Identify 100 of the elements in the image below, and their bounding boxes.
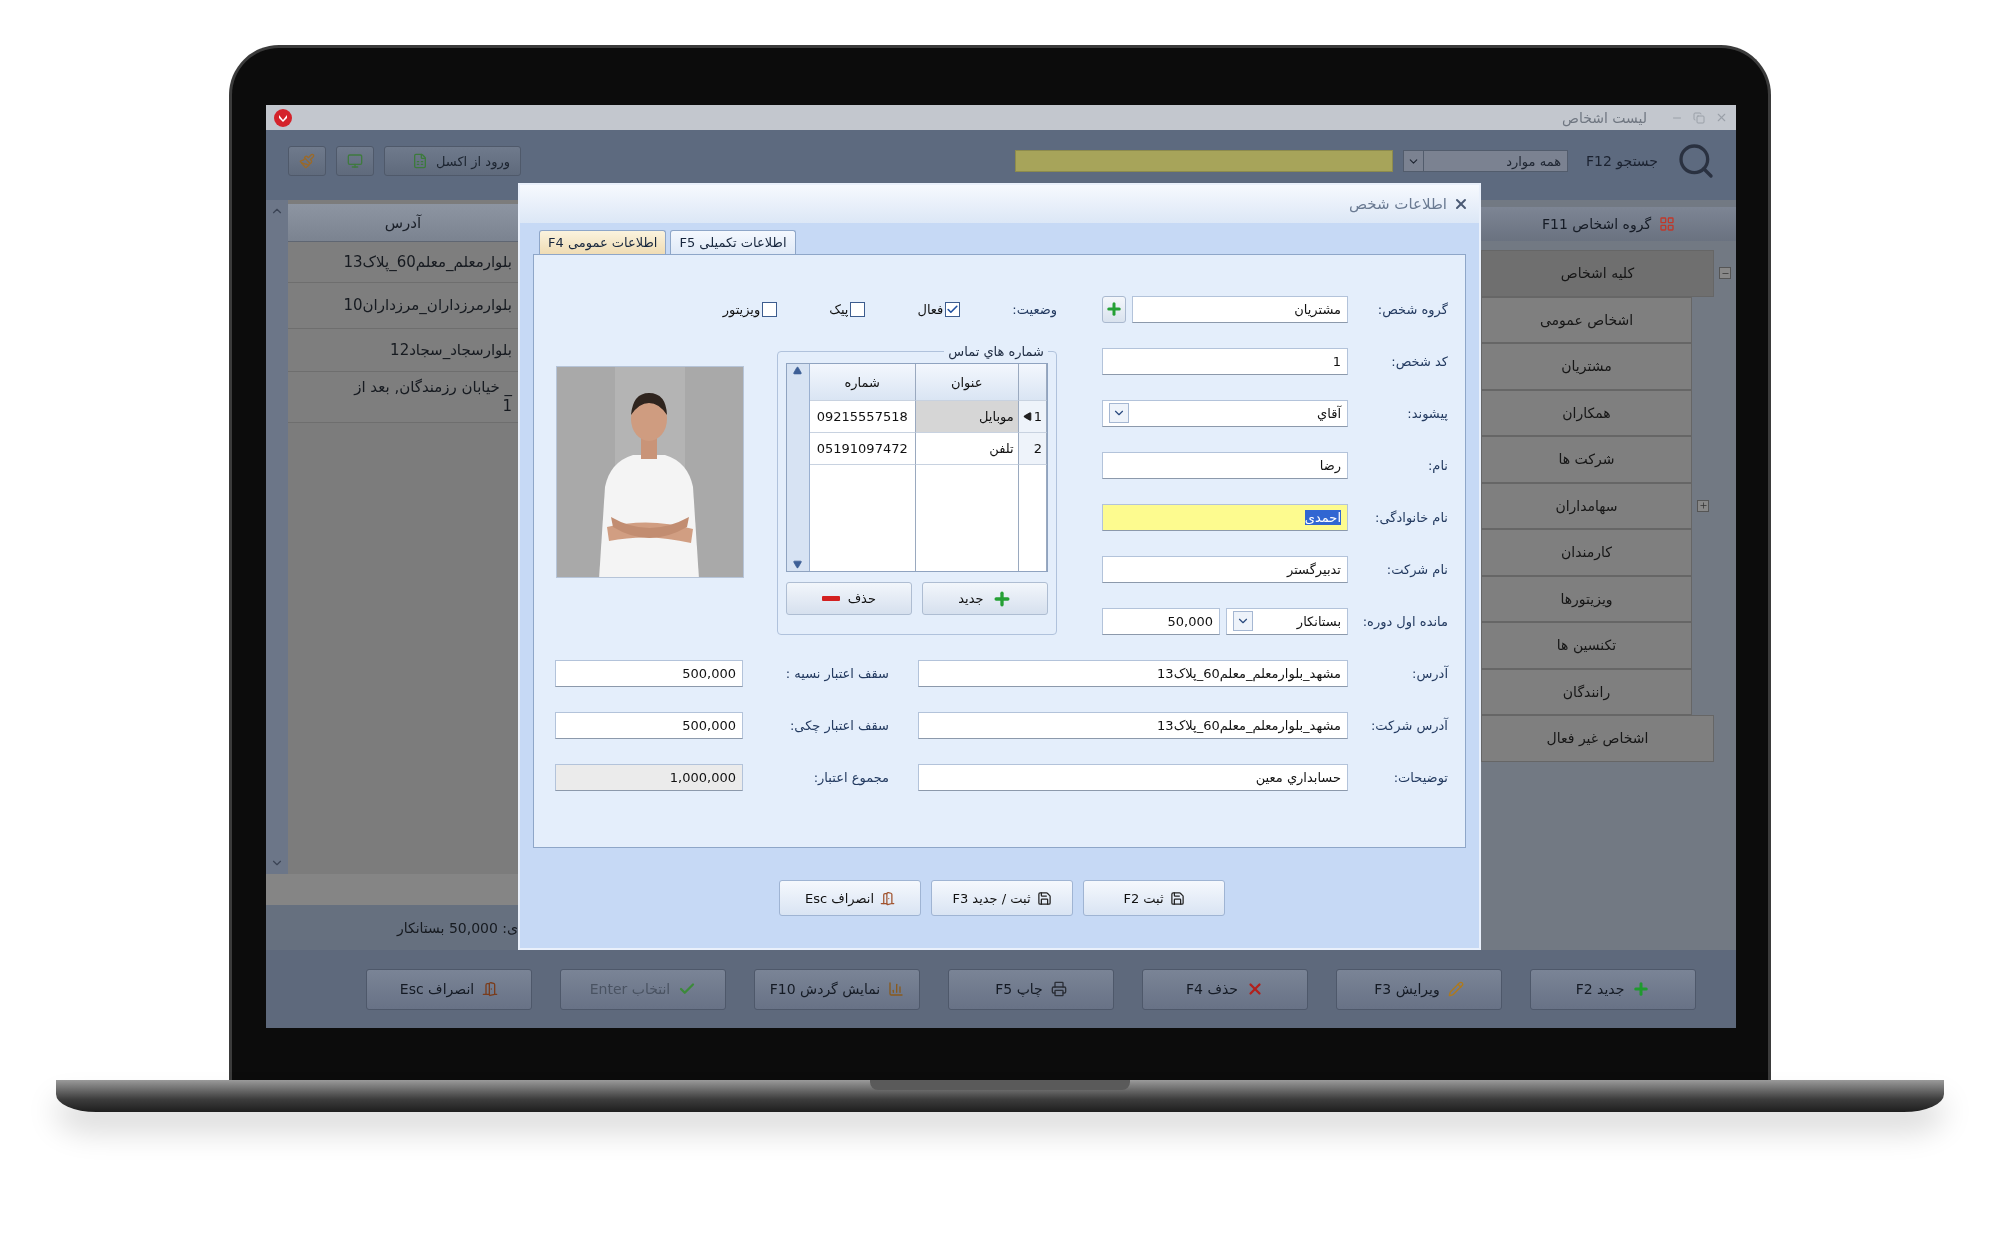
plus-icon: [1105, 300, 1123, 318]
plus-icon: [1632, 980, 1651, 998]
text-field[interactable]: 1: [1102, 347, 1348, 375]
tree-item[interactable]: رانندگان: [1481, 668, 1692, 715]
amount-field[interactable]: 500,000: [555, 711, 743, 739]
tree-item[interactable]: تکنسین ها: [1481, 622, 1692, 669]
paintbrush-icon: [299, 153, 315, 169]
checkbox-label: فعال: [917, 301, 944, 317]
search-label: جستجو F12: [1586, 153, 1658, 169]
text-field[interactable]: احمدی: [1102, 503, 1348, 531]
door-icon: [880, 890, 896, 906]
tree-item[interactable]: اشخاص عمومی: [1481, 296, 1692, 343]
chevron-down-icon: [1109, 403, 1129, 423]
field-label: نام:: [1427, 457, 1448, 473]
checkbox[interactable]: پیک: [829, 301, 866, 317]
printer-icon: [1050, 981, 1067, 997]
field-label: مجموع اعتبار:: [812, 769, 890, 785]
action-button[interactable]: حذف F4: [1142, 968, 1308, 1010]
checkbox-box[interactable]: [945, 301, 961, 317]
amount-field[interactable]: 1,000,000: [555, 763, 743, 791]
checkbox-label: ویزیتور: [722, 301, 761, 317]
group-title: شماره هاي تماس: [947, 344, 1045, 359]
tab[interactable]: اطلاعات عمومی F4: [539, 230, 667, 254]
text-field[interactable]: مشتریان: [1132, 295, 1348, 323]
door-icon: [482, 981, 499, 997]
paint-button[interactable]: [288, 146, 326, 176]
dialog-title: اطلاعات شخص: [1348, 195, 1447, 213]
field-label: سقف اعتبار چکی:: [788, 717, 890, 733]
text-field[interactable]: تدبیرگستر: [1102, 555, 1348, 583]
field-label: سقف اعتبار نسیه :: [784, 665, 890, 681]
add-button[interactable]: [1102, 295, 1126, 323]
checkbox[interactable]: ویزیتور: [722, 301, 778, 317]
checkbox-label: پیک: [829, 301, 849, 317]
tree-item[interactable]: کلیه اشخاص: [1481, 250, 1714, 297]
search-icon[interactable]: [1676, 141, 1716, 181]
action-button[interactable]: انصراف Esc: [366, 968, 532, 1010]
checkbox-box[interactable]: [850, 301, 866, 317]
tree-item[interactable]: سهامداران: [1481, 482, 1692, 529]
floppy-icon: [1169, 890, 1185, 906]
field-label: کد شخص:: [1390, 353, 1448, 369]
expand-toggle-icon[interactable]: [1697, 499, 1709, 512]
monitor-icon: [347, 153, 363, 169]
tree-item[interactable]: شرکت ها: [1481, 436, 1692, 483]
scroll-up-icon[interactable]: [793, 366, 803, 375]
delete-button[interactable]: حذف: [785, 582, 912, 615]
field-label: آدرس:: [1411, 665, 1448, 681]
column-header[interactable]: شماره: [809, 364, 916, 401]
field-label: وضعیت:: [1012, 301, 1057, 317]
scope-dropdown[interactable]: همه موارد: [1403, 150, 1569, 172]
action-button[interactable]: چاپ F5: [948, 968, 1114, 1010]
action-button[interactable]: نمایش گردش F10: [754, 968, 920, 1010]
tree-item[interactable]: ویزیتورها: [1481, 575, 1692, 622]
field-label: نام خانوادگی:: [1374, 509, 1448, 525]
field-label: مانده اول دوره:: [1361, 613, 1448, 629]
row-pointer-icon: [1022, 412, 1032, 421]
dropdown-field[interactable]: آقاي: [1102, 399, 1348, 427]
pencil-icon: [1447, 981, 1464, 997]
tree-item[interactable]: اشخاص غیر فعال: [1481, 715, 1714, 762]
column-header[interactable]: آدرس: [288, 204, 518, 242]
table-cell[interactable]: موبایل: [915, 401, 1019, 433]
restore-icon[interactable]: [1693, 111, 1705, 124]
table-cell[interactable]: 09215557518: [809, 401, 916, 433]
action-button[interactable]: ویرایش F3: [1336, 968, 1502, 1010]
monitor-button[interactable]: [336, 146, 374, 176]
grid-icon: [1659, 216, 1676, 232]
spreadsheet-icon: [411, 153, 428, 169]
scroll-down-icon[interactable]: [793, 560, 803, 569]
table-cell[interactable]: 05191097472: [809, 433, 916, 465]
dropdown-field[interactable]: بستانکار: [1226, 607, 1348, 635]
amount-field[interactable]: 50,000: [1102, 607, 1220, 635]
action-button[interactable]: جدید F2: [1530, 968, 1696, 1010]
text-field[interactable]: رضا: [1102, 451, 1348, 479]
field-label: پیشوند:: [1406, 405, 1448, 421]
amount-field[interactable]: 500,000: [555, 659, 743, 687]
field-label: آدرس شرکت:: [1369, 717, 1448, 733]
app-logo-icon: [274, 108, 292, 127]
table-cell[interactable]: تلفن: [915, 433, 1019, 465]
text-field[interactable]: مشهد_بلوارمعلم_معلم60_پلاک13: [918, 659, 1348, 687]
tree-item[interactable]: کارمندان: [1481, 529, 1692, 576]
floppy-icon: [1036, 890, 1052, 906]
checkbox-box[interactable]: [762, 301, 778, 317]
tree-item[interactable]: مشتریان: [1481, 343, 1692, 390]
checkbox[interactable]: فعال: [917, 301, 961, 317]
field-label: گروه شخص:: [1376, 301, 1448, 317]
text-field[interactable]: حسابداري معين: [918, 763, 1348, 791]
search-field[interactable]: [1015, 150, 1394, 172]
field-label: نام شرکت:: [1385, 561, 1448, 577]
row-number: 2: [1033, 441, 1042, 456]
window-title: لیست اشخاص: [1561, 109, 1647, 126]
status-text: ی: 50,000 بستانکار: [396, 919, 518, 936]
tree-item[interactable]: همکاران: [1481, 389, 1692, 436]
dialog-button[interactable]: ثبت / جدید F3: [931, 880, 1073, 916]
dialog-button[interactable]: انصراف Esc: [779, 880, 921, 916]
collapse-toggle-icon[interactable]: [1719, 267, 1731, 280]
dialog-button[interactable]: ثبت F2: [1083, 880, 1225, 916]
add-button[interactable]: جدید: [921, 582, 1048, 615]
tab[interactable]: اطلاعات تکمیلی F5: [670, 230, 796, 254]
chart-icon: [888, 981, 905, 997]
close-icon[interactable]: [1453, 196, 1469, 212]
text-field[interactable]: مشهد_بلوارمعلم_معلم60_پلاک13: [918, 711, 1348, 739]
